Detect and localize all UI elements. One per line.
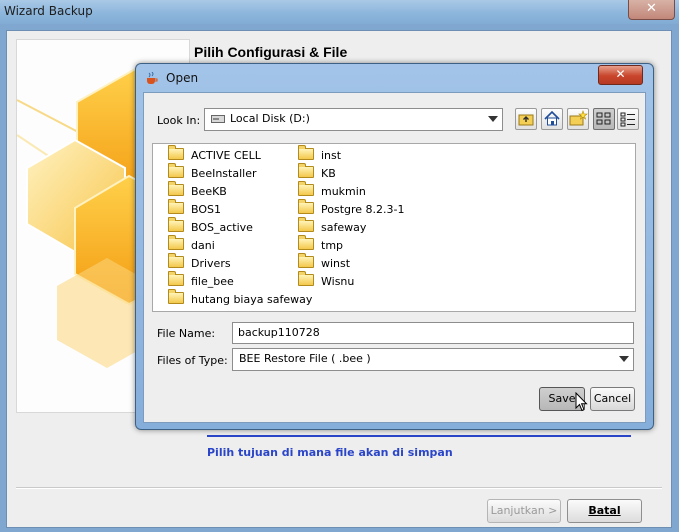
list-item[interactable]: winst — [298, 253, 350, 272]
list-item[interactable]: tmp — [298, 235, 343, 254]
details-view-button[interactable] — [617, 108, 639, 130]
wizard-titlebar: Wizard Backup ✕ — [0, 0, 679, 25]
folder-icon — [168, 253, 184, 268]
folder-icon — [168, 145, 184, 160]
folder-icon — [298, 181, 314, 196]
folder-icon — [298, 163, 314, 178]
list-item[interactable]: inst — [298, 145, 341, 164]
home-button[interactable] — [541, 108, 563, 130]
folder-icon — [168, 289, 184, 304]
list-item[interactable]: KB — [298, 163, 336, 182]
dialog-title: Open — [166, 71, 199, 85]
new-folder-icon — [569, 110, 588, 126]
list-item[interactable]: ACTIVE CELL — [168, 145, 261, 164]
list-item[interactable]: BeeInstaller — [168, 163, 256, 182]
folder-icon — [298, 145, 314, 160]
wizard-hint-text: Pilih tujuan di mana file akan di simpan — [207, 446, 453, 459]
file-name-label: File Name: — [157, 327, 216, 340]
chevron-down-icon — [619, 356, 629, 362]
dialog-close-button[interactable]: ✕ — [598, 65, 643, 85]
new-folder-button[interactable] — [567, 108, 589, 130]
details-view-icon — [620, 112, 635, 127]
wizard-footer-separator — [16, 487, 662, 489]
list-item[interactable]: Postgre 8.2.3-1 — [298, 199, 405, 218]
list-item[interactable]: file_bee — [168, 271, 234, 290]
list-item[interactable]: hutang biaya safeway — [168, 289, 312, 308]
folder-icon — [168, 235, 184, 250]
look-in-value: Local Disk (D:) — [230, 112, 310, 125]
list-view-button[interactable] — [593, 108, 615, 130]
wizard-heading: Pilih Configurasi & File — [194, 44, 348, 60]
folder-icon — [168, 163, 184, 178]
cancel-wizard-button[interactable]: Batal — [567, 499, 642, 523]
list-item[interactable]: BeeKB — [168, 181, 227, 200]
wizard-title: Wizard Backup — [4, 4, 93, 18]
folder-icon — [168, 271, 184, 286]
cancel-button[interactable]: Cancel — [590, 387, 635, 411]
wizard-divider — [207, 435, 631, 437]
list-item[interactable]: Drivers — [168, 253, 231, 272]
file-list[interactable]: ACTIVE CELL BeeInstaller BeeKB BOS1 BOS_… — [152, 143, 636, 312]
look-in-label: Look In: — [157, 114, 201, 127]
list-item[interactable]: Wisnu — [298, 271, 354, 290]
wizard-close-button[interactable]: ✕ — [628, 0, 675, 20]
mouse-cursor-icon — [575, 392, 588, 412]
home-icon — [544, 110, 560, 126]
folder-icon — [298, 271, 314, 286]
folder-icon — [298, 199, 314, 214]
up-folder-button[interactable] — [515, 108, 537, 130]
file-type-combo[interactable]: BEE Restore File ( .bee ) — [232, 348, 634, 371]
folder-icon — [298, 217, 314, 232]
file-type-value: BEE Restore File ( .bee ) — [239, 352, 371, 365]
list-item[interactable]: mukmin — [298, 181, 366, 200]
folder-icon — [298, 235, 314, 250]
file-type-label: Files of Type: — [157, 354, 228, 367]
up-folder-icon — [518, 114, 534, 126]
open-dialog: Open ✕ Look In: Local Disk (D:) ACTIVE C… — [135, 63, 654, 430]
list-item[interactable]: BOS_active — [168, 217, 253, 236]
next-button[interactable]: Lanjutkan > — [487, 499, 561, 523]
java-cup-icon — [147, 72, 158, 84]
disk-drive-icon — [211, 115, 225, 123]
look-in-combo[interactable]: Local Disk (D:) — [204, 108, 503, 131]
dialog-body: Look In: Local Disk (D:) ACTIVE CELL Bee… — [143, 92, 646, 423]
list-item[interactable]: BOS1 — [168, 199, 221, 218]
list-item[interactable]: safeway — [298, 217, 366, 236]
file-name-value: backup110728 — [238, 326, 320, 339]
folder-icon — [298, 253, 314, 268]
list-item[interactable]: dani — [168, 235, 215, 254]
list-view-icon — [596, 112, 611, 125]
folder-icon — [168, 199, 184, 214]
chevron-down-icon — [488, 116, 498, 122]
folder-icon — [168, 217, 184, 232]
file-name-field[interactable]: backup110728 — [232, 322, 634, 344]
folder-icon — [168, 181, 184, 196]
